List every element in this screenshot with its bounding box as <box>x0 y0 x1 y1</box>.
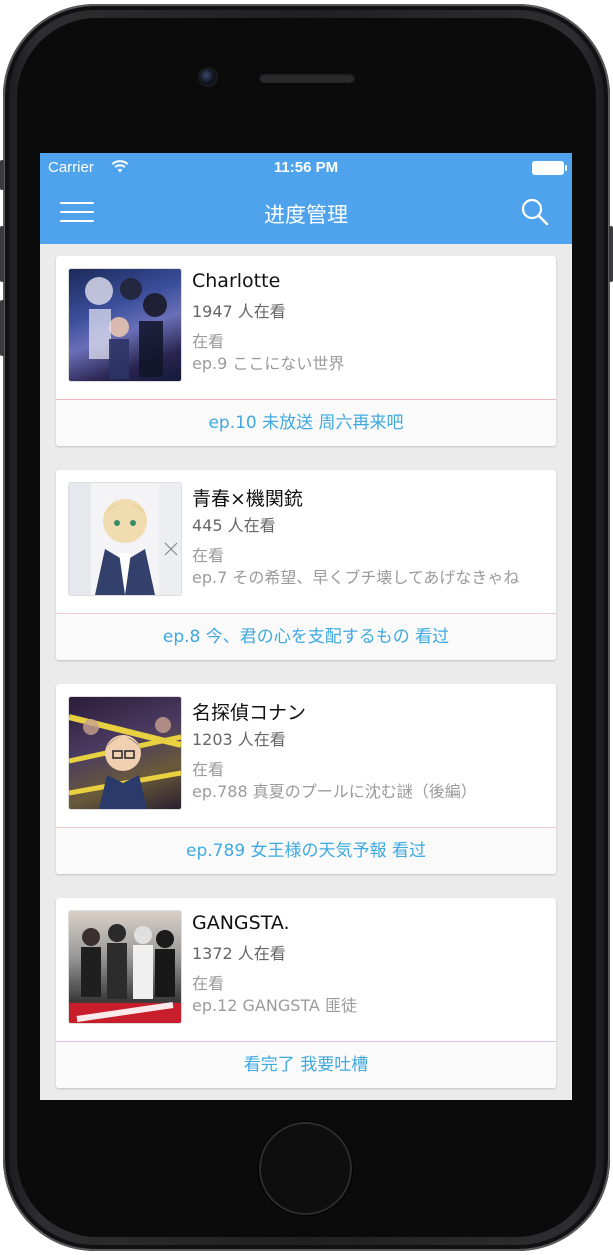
anime-card[interactable]: 名探偵コナン 1203 人在看 在看 ep.788 真夏のプールに沈む謎（後編）… <box>56 684 556 874</box>
next-episode-button[interactable]: ep.789 女王様の天気予報 看过 <box>56 828 556 874</box>
cover-art <box>85 277 167 379</box>
watcher-count: 1372 人在看 <box>192 944 286 963</box>
app-screen: Carrier 11:56 PM 进度管理 Charlotte 1947 人在看… <box>40 153 572 1100</box>
last-episode: ep.788 真夏のプールに沈む謎（後編） <box>192 782 477 801</box>
volume-up-button <box>0 226 4 282</box>
anime-title[interactable]: 名探偵コナン <box>192 698 306 725</box>
anime-cover-image[interactable] <box>68 696 182 810</box>
anime-title[interactable]: 青春×機関銃 <box>192 484 303 511</box>
earpiece-speaker <box>259 73 355 83</box>
cover-art <box>69 924 181 1023</box>
last-episode: ep.9 ここにない世界 <box>192 354 345 373</box>
mute-switch <box>0 160 4 190</box>
watcher-count: 1947 人在看 <box>192 302 286 321</box>
watch-status: 在看 <box>192 760 225 779</box>
next-episode-button[interactable]: ep.10 未放送 周六再来吧 <box>56 400 556 446</box>
cover-art <box>69 483 181 595</box>
next-episode-button[interactable]: ep.8 今、君の心を支配するもの 看过 <box>56 614 556 660</box>
watcher-count: 1203 人在看 <box>192 730 286 749</box>
last-episode: ep.12 GANGSTA 匪徒 <box>192 996 357 1015</box>
last-episode: ep.7 その希望、早くブチ壊してあげなきゃね <box>192 568 520 587</box>
anime-card[interactable]: Charlotte 1947 人在看 在看 ep.9 ここにない世界 ep.10… <box>56 256 556 446</box>
anime-title[interactable]: Charlotte <box>192 270 280 292</box>
watch-status: 在看 <box>192 332 225 351</box>
watch-status: 在看 <box>192 974 225 993</box>
battery-icon <box>532 161 567 175</box>
home-button[interactable] <box>259 1122 352 1215</box>
volume-down-button <box>0 300 4 356</box>
page-title: 进度管理 <box>264 203 348 227</box>
anime-cover-image[interactable] <box>68 910 182 1024</box>
status-time: 11:56 PM <box>273 159 339 176</box>
power-button <box>609 226 613 282</box>
anime-title[interactable]: GANGSTA. <box>192 912 290 934</box>
front-camera <box>200 69 216 85</box>
next-episode-button[interactable]: 看完了 我要吐槽 <box>56 1042 556 1088</box>
watch-status: 在看 <box>192 546 225 565</box>
search-icon[interactable] <box>520 197 550 227</box>
watcher-count: 445 人在看 <box>192 516 276 535</box>
anime-cover-image[interactable] <box>68 482 182 596</box>
anime-card[interactable]: GANGSTA. 1372 人在看 在看 ep.12 GANGSTA 匪徒 看完… <box>56 898 556 1088</box>
cover-art <box>69 714 181 809</box>
anime-card[interactable]: 青春×機関銃 445 人在看 在看 ep.7 その希望、早くブチ壊してあげなきゃ… <box>56 470 556 660</box>
navigation-bar: 进度管理 <box>40 181 572 244</box>
anime-cover-image[interactable] <box>68 268 182 382</box>
status-bar: Carrier 11:56 PM <box>40 153 572 181</box>
